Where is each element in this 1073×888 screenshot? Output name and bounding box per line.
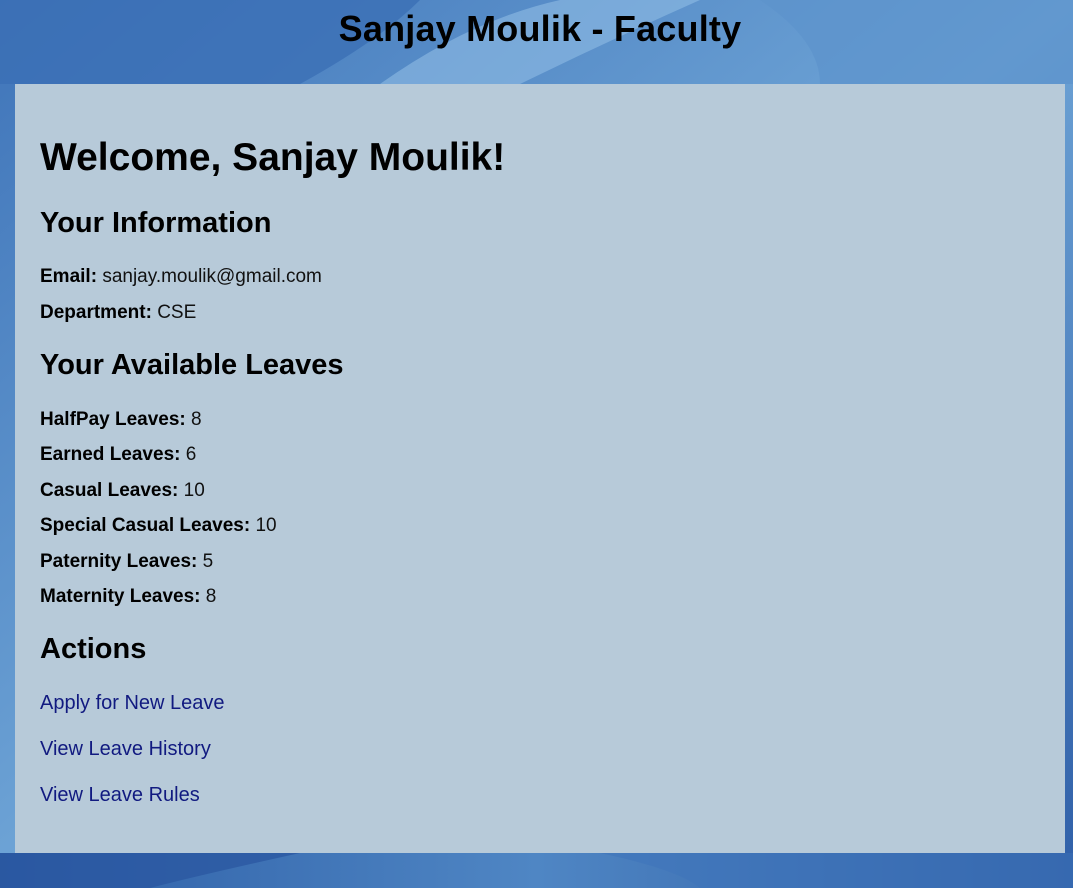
apply-leave-link[interactable]: Apply for New Leave: [40, 692, 225, 715]
leave-row-casual: Casual Leaves: 10: [40, 480, 205, 502]
leave-rules-link[interactable]: View Leave Rules: [40, 784, 200, 807]
leaves-heading: Your Available Leaves: [40, 349, 344, 381]
welcome-heading: Welcome, Sanjay Moulik!: [40, 136, 506, 179]
leave-row-maternity: Maternity Leaves: 8: [40, 586, 216, 608]
leave-value: 10: [255, 515, 277, 536]
department-label: Department:: [40, 302, 152, 323]
leave-label: Special Casual Leaves:: [40, 515, 251, 536]
leave-row-halfpay: HalfPay Leaves: 8: [40, 409, 202, 431]
leave-value: 5: [202, 551, 214, 572]
leave-label: Casual Leaves:: [40, 480, 179, 501]
leave-row-special-casual: Special Casual Leaves: 10: [40, 515, 277, 537]
page-header: Sanjay Moulik - Faculty: [0, 0, 1073, 84]
leave-row-paternity: Paternity Leaves: 5: [40, 551, 213, 573]
email-label: Email:: [40, 266, 98, 287]
department-row: Department: CSE: [40, 302, 196, 324]
leave-value: 10: [183, 480, 205, 501]
leave-value: 8: [191, 409, 202, 430]
leave-label: HalfPay Leaves:: [40, 409, 186, 430]
actions-heading: Actions: [40, 633, 147, 665]
email-value: sanjay.moulik@gmail.com: [102, 266, 322, 287]
info-heading: Your Information: [40, 207, 272, 239]
leave-history-link[interactable]: View Leave History: [40, 738, 211, 761]
page-title: Sanjay Moulik - Faculty: [338, 8, 742, 49]
leave-row-earned: Earned Leaves: 6: [40, 444, 196, 466]
leave-label: Earned Leaves:: [40, 444, 181, 465]
department-value: CSE: [157, 302, 197, 323]
leave-value: 6: [185, 444, 197, 465]
leave-label: Paternity Leaves:: [40, 551, 198, 572]
leave-value: 8: [205, 586, 217, 607]
main-panel: Welcome, Sanjay Moulik! Your Information…: [15, 84, 1065, 853]
leave-label: Maternity Leaves:: [40, 586, 201, 607]
email-row: Email: sanjay.moulik@gmail.com: [40, 266, 322, 288]
